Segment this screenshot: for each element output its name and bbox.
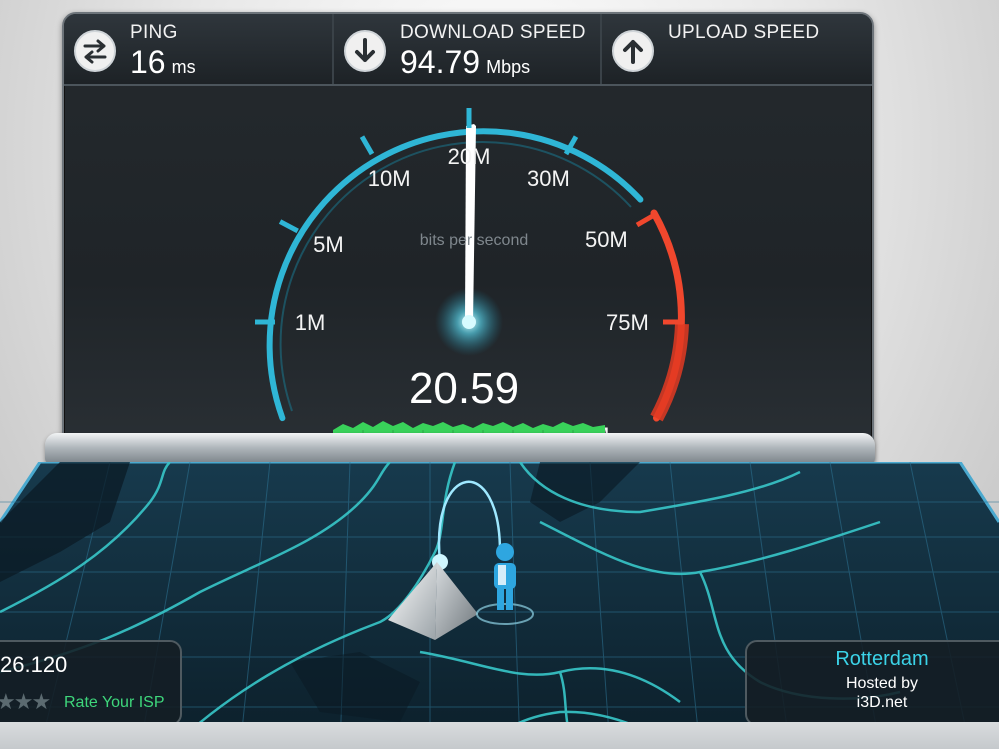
gauge-tick [635, 212, 656, 228]
ping-unit: ms [171, 57, 196, 77]
gauge-tick-label: 75M [606, 310, 649, 335]
rate-isp-link[interactable]: Rate Your ISP [64, 694, 165, 712]
upload-result: UPLOAD SPEED [602, 14, 872, 84]
gauge-tick-label: 30M [527, 166, 570, 191]
results-header: PING 16 ms DOWNLOAD SPEED 94.79 Mbps UPLOA… [64, 14, 872, 86]
upload-label: UPLOAD SPEED [668, 22, 820, 43]
download-label: DOWNLOAD SPEED [400, 22, 586, 43]
client-info-box: 26.120 ★★★ Rate Your ISP [0, 640, 182, 726]
host-name: i3D.net [856, 694, 908, 711]
gauge-hot-fill [650, 323, 689, 422]
panel-lip [45, 433, 875, 463]
gauge-tick-label: 5M [313, 232, 344, 257]
server-host: Hosted by i3D.net [747, 674, 999, 712]
current-speed-readout: 20.59 [408, 364, 520, 413]
gauge-tick-label: 50M [585, 227, 628, 252]
server-info-box[interactable]: Rotterdam Hosted by i3D.net [745, 640, 999, 726]
gauge-tick-label: 10M [368, 166, 411, 191]
gauge-tick-label: 1M [295, 310, 326, 335]
upload-arrow-icon [612, 30, 654, 72]
ping-result: PING 16 ms [64, 14, 334, 84]
download-result: DOWNLOAD SPEED 94.79 Mbps [334, 14, 602, 84]
ping-label: PING [130, 22, 178, 43]
speedometer-panel: PING 16 ms DOWNLOAD SPEED 94.79 Mbps UPLOA… [62, 12, 874, 460]
needle-hub [462, 315, 476, 329]
server-city[interactable]: Rotterdam [747, 648, 999, 671]
units-caption: bits per second [419, 232, 529, 249]
gauge-tick [359, 135, 375, 156]
download-unit: Mbps [486, 57, 531, 77]
ping-value: 16 ms [130, 44, 196, 80]
rating-stars-icon[interactable]: ★★★ [0, 690, 51, 715]
gauge-tick [278, 219, 299, 234]
hosted-by-label: Hosted by [845, 675, 919, 692]
download-value: 94.79 Mbps [400, 44, 531, 80]
download-arrow-icon [344, 30, 386, 72]
bottom-bar [0, 722, 999, 749]
client-ip: 26.120 [0, 652, 68, 677]
ping-arrows-icon [74, 30, 116, 72]
gauge-tick-label: 20M [448, 144, 491, 169]
